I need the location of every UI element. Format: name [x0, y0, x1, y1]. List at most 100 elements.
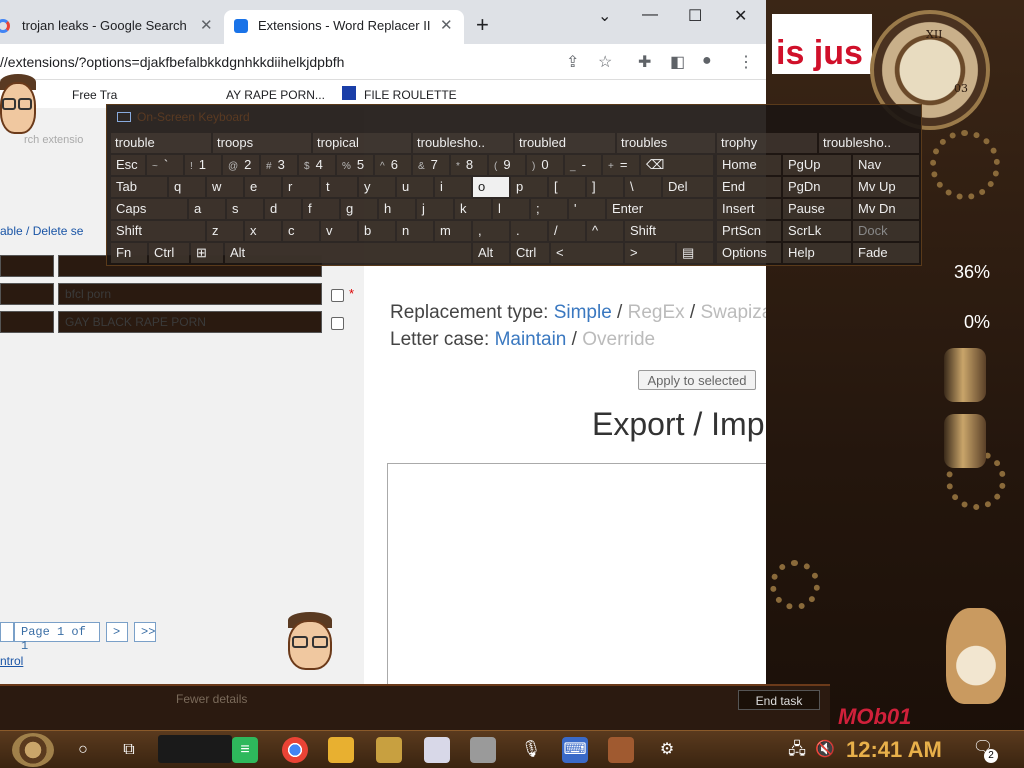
key[interactable]: % 5 — [337, 155, 373, 175]
close-icon[interactable]: ✕ — [440, 16, 453, 34]
sidepanel-icon[interactable]: ◧ — [670, 52, 685, 72]
close-window-button[interactable]: ✕ — [734, 6, 747, 26]
menu-icon[interactable]: ⋮ — [738, 52, 754, 72]
photo-icon[interactable] — [376, 737, 402, 763]
key[interactable]: Enter — [607, 199, 713, 219]
key[interactable]: (9 — [489, 155, 525, 175]
key[interactable]: $4 — [299, 155, 335, 175]
key[interactable]: Ctrl — [149, 243, 189, 263]
key[interactable]: v — [321, 221, 357, 241]
key[interactable]: g — [341, 199, 377, 219]
doc-icon[interactable] — [424, 737, 450, 763]
export-textarea[interactable] — [387, 463, 766, 684]
key[interactable]: . — [511, 221, 547, 241]
address-bar[interactable]: //extensions/?options=djakfbefalbkkdgnhk… — [0, 44, 766, 80]
osk-nav-key[interactable]: PgDn — [783, 177, 851, 197]
osk-nav-key[interactable]: Help — [783, 243, 851, 263]
key[interactable]: ^ 6 — [375, 155, 411, 175]
osk-nav-key[interactable]: Insert — [717, 199, 781, 219]
share-icon[interactable]: ⇪ — [566, 52, 579, 72]
key[interactable]: c — [283, 221, 319, 241]
key[interactable]: ▤ — [677, 243, 713, 263]
key[interactable]: Alt — [225, 243, 471, 263]
osk-suggestion[interactable]: troops — [213, 133, 311, 153]
key[interactable]: ; — [531, 199, 567, 219]
osk-nav-key[interactable]: Mv Up — [853, 177, 919, 197]
taskbar-clock[interactable]: 12:41 AM — [846, 737, 942, 763]
taskbar-search[interactable] — [158, 735, 232, 763]
osk-suggestion[interactable]: trouble — [111, 133, 211, 153]
key[interactable]: Tab — [111, 177, 167, 197]
key[interactable]: Ctrl — [511, 243, 549, 263]
new-tab-button[interactable]: + — [476, 12, 489, 38]
key[interactable]: > — [625, 243, 675, 263]
osk-nav-key[interactable]: PgUp — [783, 155, 851, 175]
key[interactable]: e — [245, 177, 281, 197]
rule-checkbox[interactable] — [331, 289, 344, 302]
key[interactable]: @2 — [223, 155, 259, 175]
osk-suggestion[interactable]: trophy — [717, 133, 817, 153]
rule-find-input[interactable] — [0, 283, 54, 305]
key[interactable]: d — [265, 199, 301, 219]
key[interactable]: + = — [603, 155, 639, 175]
key[interactable]: h — [379, 199, 415, 219]
osk-nav-key[interactable]: Mv Dn — [853, 199, 919, 219]
profile-icon[interactable]: ● — [702, 52, 712, 70]
mic-icon[interactable]: 🎙 — [518, 737, 544, 763]
osk-nav-key[interactable]: PrtScn — [717, 221, 781, 241]
chevron-down-icon[interactable]: ⌄ — [598, 6, 611, 26]
osk-nav-key[interactable]: Home — [717, 155, 781, 175]
explorer-icon[interactable] — [328, 737, 354, 763]
rule-checkbox[interactable] — [331, 317, 344, 330]
key[interactable]: ] — [587, 177, 623, 197]
key[interactable]: o — [473, 177, 509, 197]
key[interactable]: j — [417, 199, 453, 219]
rule-find-input[interactable] — [0, 311, 54, 333]
delete-selected-link[interactable]: Delete se — [33, 224, 84, 238]
pager-next-button[interactable]: > — [106, 622, 128, 642]
url-text[interactable]: //extensions/?options=djakfbefalbkkdgnhk… — [0, 54, 344, 70]
key[interactable]: r — [283, 177, 319, 197]
key[interactable]: Del — [663, 177, 713, 197]
rule-find-input[interactable] — [0, 255, 54, 277]
maintain-option[interactable]: Maintain — [495, 329, 567, 350]
swapization-option[interactable]: Swapization — [701, 302, 767, 323]
osk-nav-key[interactable]: Nav — [853, 155, 919, 175]
end-task-button[interactable]: End task — [738, 690, 820, 710]
key[interactable]: Fn — [111, 243, 147, 263]
osk-suggestion[interactable]: troublesho.. — [413, 133, 513, 153]
key[interactable]: [ — [549, 177, 585, 197]
key[interactable]: ' — [569, 199, 605, 219]
pager-first-button[interactable] — [0, 622, 14, 642]
osk-nav-key[interactable]: ScrLk — [783, 221, 851, 241]
fewer-details-link[interactable]: Fewer details — [176, 692, 247, 706]
minimize-button[interactable]: — — [642, 6, 658, 24]
keyboard-icon[interactable]: ⌨ — [562, 737, 588, 763]
key[interactable]: q — [169, 177, 205, 197]
key[interactable]: Alt — [473, 243, 509, 263]
cortana-icon[interactable]: ○ — [70, 737, 96, 763]
key[interactable]: / — [549, 221, 585, 241]
enable-link[interactable]: able — [0, 224, 23, 238]
pager-last-button[interactable]: >> — [134, 622, 156, 642]
key[interactable]: a — [189, 199, 225, 219]
key[interactable]: ! 1 — [185, 155, 221, 175]
override-option[interactable]: Override — [582, 329, 655, 350]
tab-extensions[interactable]: Extensions - Word Replacer II ✕ — [224, 10, 464, 44]
osk-nav-key[interactable]: Dock — [853, 221, 919, 241]
game-icon[interactable] — [608, 737, 634, 763]
control-link[interactable]: ntrol — [0, 654, 23, 668]
key[interactable]: z — [207, 221, 243, 241]
key[interactable]: Shift — [111, 221, 205, 241]
key[interactable]: ) 0 — [527, 155, 563, 175]
osk-nav-key[interactable]: Fade — [853, 243, 919, 263]
key[interactable]: x — [245, 221, 281, 241]
key[interactable]: u — [397, 177, 433, 197]
key[interactable]: ⊞ — [191, 243, 223, 263]
key[interactable]: \ — [625, 177, 661, 197]
key[interactable]: b — [359, 221, 395, 241]
close-icon[interactable]: ✕ — [200, 16, 213, 34]
key[interactable]: w — [207, 177, 243, 197]
key[interactable]: _ - — [565, 155, 601, 175]
key[interactable]: , — [473, 221, 509, 241]
